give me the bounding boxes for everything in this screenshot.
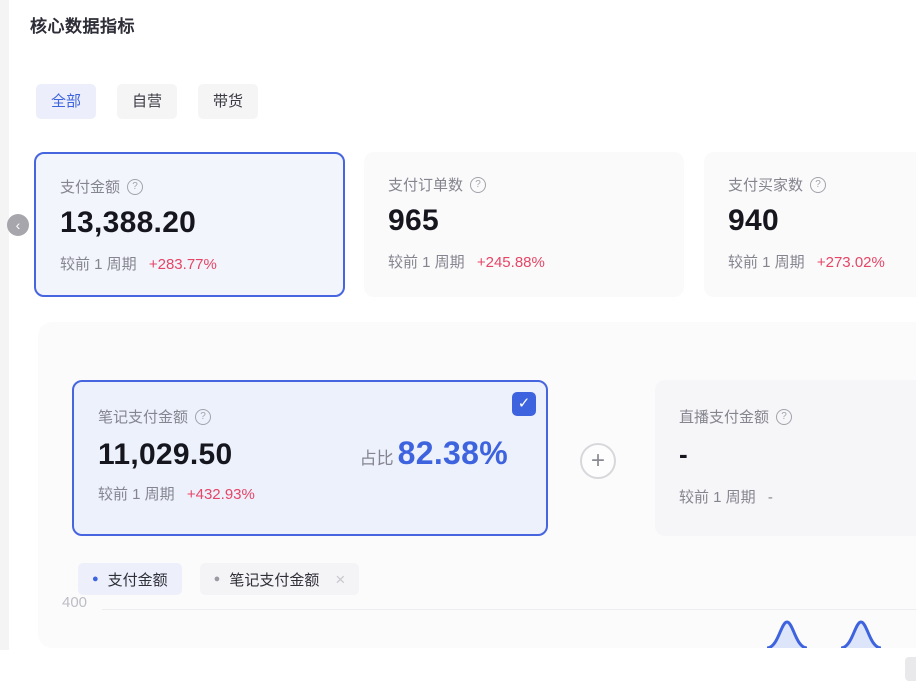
add-metric-button[interactable]: + xyxy=(580,443,616,479)
change-value: - xyxy=(768,489,773,506)
legend-label: 支付金额 xyxy=(108,569,168,590)
scope-tabs: 全部 自营 带货 xyxy=(36,84,258,119)
close-icon[interactable]: × xyxy=(335,571,345,588)
chart-gridline xyxy=(102,609,916,610)
ratio-value: 82.38% xyxy=(398,435,508,472)
legend-label: 笔记支付金额 xyxy=(229,569,319,590)
metric-value: - xyxy=(679,439,916,470)
metric-value: 13,388.20 xyxy=(60,206,319,240)
metric-value-row: 11,029.50 占比 82.38% xyxy=(98,435,522,472)
compare-label: 较前 1 周期 xyxy=(98,486,175,503)
note-card-checkbox[interactable]: ✓ xyxy=(512,392,536,416)
breakdown-card-note-payment[interactable]: ✓ 笔记支付金额 ? 11,029.50 占比 82.38% 较前 1 周期 +… xyxy=(72,380,548,536)
metric-compare-row: 较前 1 周期 +273.02% xyxy=(728,251,916,272)
metric-value: 965 xyxy=(388,204,660,238)
tab-self-operated[interactable]: 自营 xyxy=(117,84,177,119)
compare-label: 较前 1 周期 xyxy=(60,256,137,273)
metric-label-row: 笔记支付金额 ? xyxy=(98,406,522,427)
help-icon[interactable]: ? xyxy=(776,409,792,425)
metric-card-order-count[interactable]: 支付订单数 ? 965 较前 1 周期 +245.88% xyxy=(364,152,684,297)
change-value: +273.02% xyxy=(817,254,885,271)
floating-widget-fragment xyxy=(905,657,916,681)
tab-affiliate[interactable]: 带货 xyxy=(198,84,258,119)
legend-item-payment-amount[interactable]: ● 支付金额 xyxy=(78,563,182,595)
change-value: +432.93% xyxy=(187,486,255,503)
metric-compare-row: 较前 1 周期 +245.88% xyxy=(388,251,660,272)
metric-card-buyer-count[interactable]: 支付买家数 ? 940 较前 1 周期 +273.02% xyxy=(704,152,916,297)
page-left-gutter xyxy=(0,0,9,650)
help-icon[interactable]: ? xyxy=(470,177,486,193)
tab-all[interactable]: 全部 xyxy=(36,84,96,119)
help-icon[interactable]: ? xyxy=(810,177,826,193)
help-icon[interactable]: ? xyxy=(127,179,143,195)
series-dot-icon: ● xyxy=(214,573,221,585)
metric-label-row: 支付买家数 ? xyxy=(728,174,916,195)
check-icon: ✓ xyxy=(518,395,531,412)
legend-item-note-payment-amount[interactable]: ● 笔记支付金额 × xyxy=(200,563,360,595)
metric-label-row: 支付订单数 ? xyxy=(388,174,660,195)
metric-compare-row: 较前 1 周期 - xyxy=(679,486,916,507)
metric-compare-row: 较前 1 周期 +283.77% xyxy=(60,253,319,274)
compare-label: 较前 1 周期 xyxy=(679,489,756,506)
plus-icon: + xyxy=(591,447,605,474)
metric-label: 笔记支付金额 xyxy=(98,406,188,427)
metric-card-payment-amount[interactable]: 支付金额 ? 13,388.20 较前 1 周期 +283.77% xyxy=(34,152,345,297)
payment-trend-chart xyxy=(38,618,916,648)
breakdown-card-live-payment[interactable]: 直播支付金额 ? - 较前 1 周期 - xyxy=(655,380,916,536)
metric-label: 直播支付金额 xyxy=(679,406,769,427)
metric-label: 支付金额 xyxy=(60,176,120,197)
compare-label: 较前 1 周期 xyxy=(388,254,465,271)
change-value: +245.88% xyxy=(477,254,545,271)
metric-compare-row: 较前 1 周期 +432.93% xyxy=(98,483,522,504)
chart-legend: ● 支付金额 ● 笔记支付金额 × xyxy=(78,563,359,595)
metric-label: 支付买家数 xyxy=(728,174,803,195)
change-value: +283.77% xyxy=(149,256,217,273)
carousel-prev-button[interactable]: ‹ xyxy=(7,214,29,236)
series-dot-icon: ● xyxy=(92,573,99,585)
metric-label-row: 支付金额 ? xyxy=(60,176,319,197)
y-axis-tick-400: 400 xyxy=(62,594,87,611)
metric-value: 11,029.50 xyxy=(98,438,233,472)
ratio-group: 占比 82.38% xyxy=(360,435,522,472)
metric-value: 940 xyxy=(728,204,916,238)
metric-label: 支付订单数 xyxy=(388,174,463,195)
help-icon[interactable]: ? xyxy=(195,409,211,425)
ratio-label: 占比 xyxy=(360,444,394,469)
metric-breakdown-panel: ✓ 笔记支付金额 ? 11,029.50 占比 82.38% 较前 1 周期 +… xyxy=(38,322,916,648)
metric-label-row: 直播支付金额 ? xyxy=(679,406,916,427)
page-title: 核心数据指标 xyxy=(30,12,135,37)
chevron-left-icon: ‹ xyxy=(16,217,21,233)
compare-label: 较前 1 周期 xyxy=(728,254,805,271)
